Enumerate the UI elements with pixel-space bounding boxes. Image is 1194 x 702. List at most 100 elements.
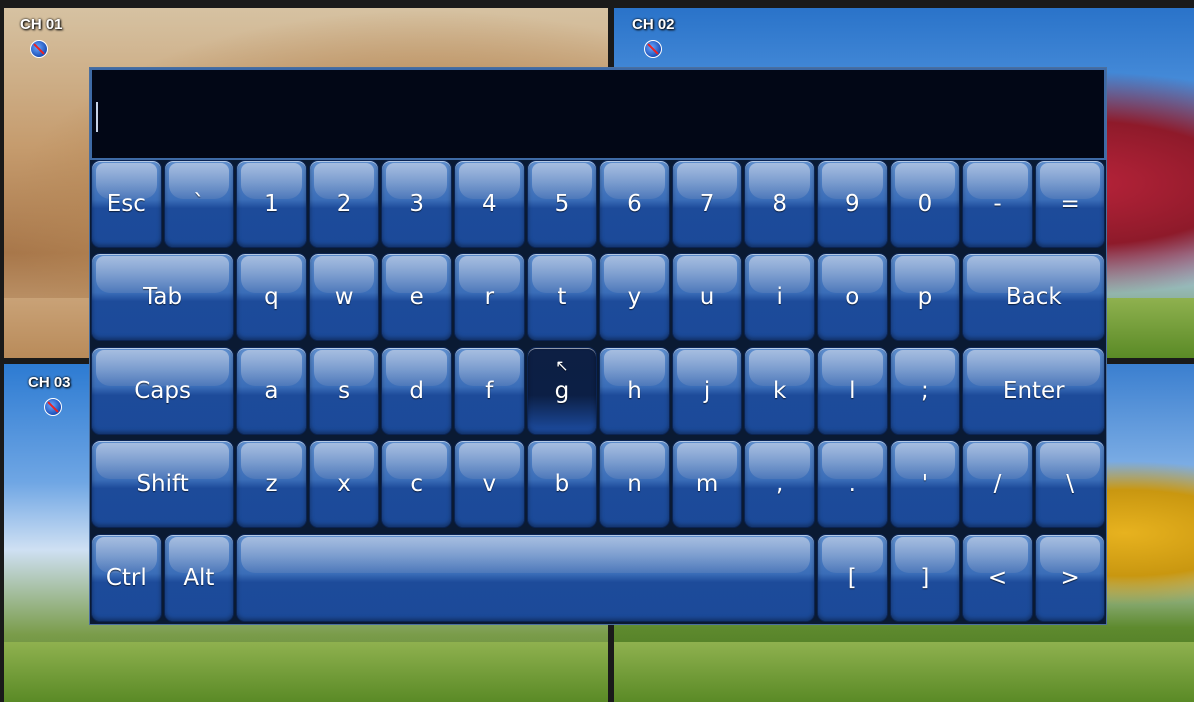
- key-label: Alt: [183, 564, 215, 591]
- key-label: r: [484, 284, 495, 311]
- key-b[interactable]: b: [526, 440, 598, 529]
- key-label: Caps: [134, 377, 191, 404]
- key-0[interactable]: 0: [889, 160, 961, 248]
- key-7[interactable]: 7: [671, 160, 743, 248]
- key-label: /: [993, 471, 1002, 498]
- key-label: y: [627, 284, 642, 311]
- key-space[interactable]: [236, 533, 815, 622]
- key-label: 7: [699, 191, 715, 217]
- key-label: l: [849, 377, 856, 404]
- key-j[interactable]: j: [671, 346, 743, 435]
- key-less-than[interactable]: <: [962, 533, 1033, 622]
- key-label: [: [847, 564, 857, 591]
- key-w[interactable]: w: [308, 253, 380, 342]
- key-label: Back: [1005, 284, 1062, 311]
- key-q[interactable]: q: [236, 253, 307, 342]
- key-l[interactable]: l: [817, 346, 888, 435]
- keyboard-keys: Esc ` 1 2 3 4 5 6 7 8 9 0 - = Tab q w e r t y u i o p Back Caps a s d…: [90, 160, 1106, 624]
- key-backslash[interactable]: \: [1034, 440, 1106, 529]
- key-tab[interactable]: Tab: [91, 253, 235, 342]
- key-label: 2: [336, 191, 352, 217]
- record-off-icon: [644, 40, 662, 58]
- text-caret: [96, 102, 98, 132]
- key-label: Esc: [106, 191, 146, 217]
- key-g[interactable]: ↖ g: [526, 346, 598, 435]
- key-minus[interactable]: -: [962, 160, 1033, 248]
- key-y[interactable]: y: [599, 253, 670, 342]
- text-input-field[interactable]: [90, 68, 1106, 160]
- key-slash[interactable]: /: [962, 440, 1033, 529]
- key-label: d: [409, 377, 424, 404]
- key-greater-than[interactable]: >: [1034, 533, 1106, 622]
- key-quote[interactable]: ': [889, 440, 961, 529]
- key-semicolon[interactable]: ;: [889, 346, 961, 435]
- key-enter[interactable]: Enter: [962, 346, 1106, 435]
- key-label: =: [1060, 191, 1080, 217]
- key-label: x: [337, 471, 351, 498]
- key-label: Shift: [136, 471, 189, 498]
- mouse-pointer-icon: ↖: [555, 355, 569, 375]
- key-left-bracket[interactable]: [: [817, 533, 888, 622]
- key-label: 5: [554, 191, 570, 217]
- key-comma[interactable]: ,: [744, 440, 815, 529]
- key-u[interactable]: u: [671, 253, 743, 342]
- key-5[interactable]: 5: [526, 160, 598, 248]
- key-e[interactable]: e: [381, 253, 452, 342]
- key-esc[interactable]: Esc: [91, 160, 162, 248]
- key-caps[interactable]: Caps: [91, 346, 235, 435]
- key-label: 8: [772, 191, 787, 217]
- key-2[interactable]: 2: [308, 160, 380, 248]
- channel-label: CH 01: [20, 16, 63, 33]
- key-label: Ctrl: [105, 564, 147, 591]
- key-d[interactable]: d: [381, 346, 452, 435]
- key-v[interactable]: v: [454, 440, 525, 529]
- key-a[interactable]: a: [236, 346, 307, 435]
- channel-label: CH 03: [28, 374, 71, 391]
- key-label: -: [993, 191, 1002, 217]
- key-9[interactable]: 9: [817, 160, 888, 248]
- key-equals[interactable]: =: [1034, 160, 1106, 248]
- record-off-icon: [30, 40, 48, 58]
- key-label: t: [557, 284, 567, 311]
- key-m[interactable]: m: [671, 440, 743, 529]
- key-label: a: [264, 377, 279, 404]
- key-label: Enter: [1002, 377, 1065, 404]
- key-back[interactable]: Back: [962, 253, 1106, 342]
- key-backtick[interactable]: `: [163, 160, 235, 248]
- key-right-bracket[interactable]: ]: [889, 533, 961, 622]
- key-label: 6: [627, 191, 642, 217]
- key-n[interactable]: n: [599, 440, 670, 529]
- key-p[interactable]: p: [889, 253, 961, 342]
- key-z[interactable]: z: [236, 440, 307, 529]
- key-label: q: [264, 284, 279, 311]
- key-label: >: [1060, 564, 1080, 591]
- key-label: ;: [921, 377, 929, 404]
- key-6[interactable]: 6: [599, 160, 670, 248]
- key-r[interactable]: r: [454, 253, 525, 342]
- key-4[interactable]: 4: [454, 160, 525, 248]
- key-label: 9: [844, 191, 860, 217]
- key-ctrl[interactable]: Ctrl: [91, 533, 162, 622]
- key-label: `: [193, 191, 205, 217]
- key-label: ': [921, 471, 929, 498]
- key-label: j: [703, 377, 711, 404]
- key-f[interactable]: f: [454, 346, 525, 435]
- key-s[interactable]: s: [308, 346, 380, 435]
- key-o[interactable]: o: [817, 253, 888, 342]
- key-alt[interactable]: Alt: [163, 533, 235, 622]
- key-k[interactable]: k: [744, 346, 815, 435]
- key-8[interactable]: 8: [744, 160, 815, 248]
- key-label: g: [554, 377, 570, 404]
- key-shift[interactable]: Shift: [91, 440, 235, 529]
- key-1[interactable]: 1: [236, 160, 307, 248]
- on-screen-keyboard: Esc ` 1 2 3 4 5 6 7 8 9 0 - = Tab q w e r t y u i o p Back Caps a s d…: [90, 68, 1106, 624]
- key-c[interactable]: c: [381, 440, 452, 529]
- key-x[interactable]: x: [308, 440, 380, 529]
- key-label: 3: [409, 191, 424, 217]
- key-period[interactable]: .: [817, 440, 888, 529]
- key-label: o: [845, 284, 860, 311]
- key-h[interactable]: h: [599, 346, 670, 435]
- key-3[interactable]: 3: [381, 160, 452, 248]
- key-t[interactable]: t: [526, 253, 598, 342]
- key-i[interactable]: i: [744, 253, 815, 342]
